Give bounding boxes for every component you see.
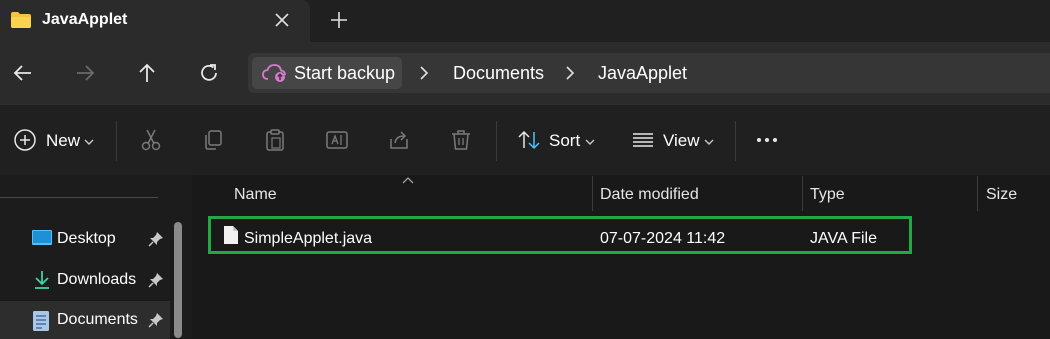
sidebar-divider xyxy=(0,197,158,198)
tab-javaapplet[interactable]: JavaApplet xyxy=(0,0,310,42)
cut-icon[interactable] xyxy=(138,127,164,153)
more-options-icon[interactable] xyxy=(754,127,780,153)
toolbar-divider xyxy=(496,121,497,161)
sidebar-scrollbar[interactable] xyxy=(174,222,182,338)
sort-ascending-indicator-icon xyxy=(402,177,414,184)
file-type: JAVA File xyxy=(810,230,877,247)
view-button[interactable]: View xyxy=(663,131,700,151)
sidebar-item-label: Downloads xyxy=(57,271,137,288)
sidebar-item-downloads[interactable]: Downloads xyxy=(0,261,170,299)
chevron-right-icon[interactable] xyxy=(562,65,578,81)
column-divider[interactable] xyxy=(977,176,978,211)
start-backup-button[interactable]: Start backup xyxy=(252,57,402,89)
documents-icon xyxy=(33,311,49,331)
plus-circle-icon[interactable] xyxy=(12,127,38,153)
start-backup-label: Start backup xyxy=(294,63,396,83)
address-bar[interactable]: Start backup Documents JavaApplet xyxy=(248,53,1050,93)
pin-icon[interactable] xyxy=(148,231,164,247)
paste-icon[interactable] xyxy=(262,127,288,153)
sidebar-item-label: Desktop xyxy=(57,230,116,247)
pin-icon[interactable] xyxy=(148,312,164,328)
cloud-backup-icon xyxy=(262,64,286,82)
sidebar-item-label: Documents xyxy=(57,311,138,328)
breadcrumb-javaapplet[interactable]: JavaApplet xyxy=(598,63,687,84)
navigation-bar: Start backup Documents JavaApplet xyxy=(0,42,1050,104)
copy-icon[interactable] xyxy=(200,127,226,153)
sidebar-item-desktop[interactable]: Desktop xyxy=(0,220,170,258)
share-icon[interactable] xyxy=(386,127,412,153)
view-icon[interactable] xyxy=(630,127,656,153)
tab-title: JavaApplet xyxy=(42,11,128,28)
chevron-down-icon[interactable] xyxy=(704,138,714,146)
folder-icon xyxy=(11,12,31,28)
sort-button[interactable]: Sort xyxy=(549,131,580,151)
column-header-size[interactable]: Size xyxy=(986,186,1017,224)
desktop-icon xyxy=(32,230,52,245)
file-icon xyxy=(224,226,238,244)
delete-icon[interactable] xyxy=(448,127,474,153)
tab-bar: JavaApplet xyxy=(0,0,1050,42)
navigation-pane: Desktop Downloads Documents xyxy=(0,175,192,339)
sort-icon[interactable] xyxy=(516,127,542,153)
new-button[interactable]: New xyxy=(46,131,80,151)
chevron-down-icon[interactable] xyxy=(585,138,595,146)
close-icon[interactable] xyxy=(270,8,294,32)
forward-arrow-icon[interactable] xyxy=(72,60,98,86)
chevron-down-icon[interactable] xyxy=(84,138,94,146)
downloads-icon xyxy=(35,271,49,289)
file-row[interactable]: SimpleApplet.java 07-07-2024 11:42 JAVA … xyxy=(208,216,912,254)
pin-icon[interactable] xyxy=(148,272,164,288)
new-tab-icon[interactable] xyxy=(327,8,351,32)
file-date-modified: 07-07-2024 11:42 xyxy=(600,230,726,247)
sidebar-item-documents[interactable]: Documents xyxy=(0,301,170,339)
column-divider[interactable] xyxy=(592,176,593,211)
chevron-right-icon[interactable] xyxy=(416,65,432,81)
breadcrumb-documents[interactable]: Documents xyxy=(453,63,544,84)
toolbar-divider xyxy=(735,121,736,161)
file-name: SimpleApplet.java xyxy=(244,230,373,247)
column-divider[interactable] xyxy=(802,176,803,211)
back-arrow-icon[interactable] xyxy=(10,60,36,86)
refresh-icon[interactable] xyxy=(196,60,222,86)
command-toolbar: New Sort View xyxy=(0,104,1050,175)
up-arrow-icon[interactable] xyxy=(134,60,160,86)
rename-icon[interactable] xyxy=(324,127,350,153)
toolbar-divider xyxy=(116,121,117,161)
